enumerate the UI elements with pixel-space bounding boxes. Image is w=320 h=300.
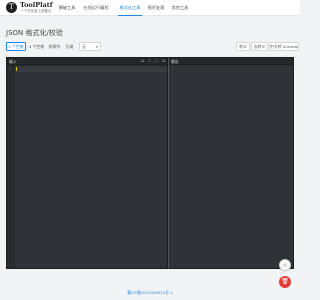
page-title: JSON 格式化/校验 — [6, 29, 63, 37]
text-cursor — [16, 67, 17, 71]
active-line — [15, 66, 167, 72]
chinese-to-unicode-button[interactable]: 中文转 Unicode — [269, 42, 299, 51]
download-icon[interactable]: ⇩ — [147, 59, 152, 64]
tab-indent-button[interactable]: 制表符 — [47, 42, 62, 51]
input-editor-title: 输入 — [9, 59, 17, 64]
nav-item-4[interactable]: 其他工具 — [170, 0, 190, 16]
indent-2-spaces-button[interactable]: 2 个空格 — [6, 42, 26, 51]
option-select[interactable]: 无 ▼ — [79, 42, 101, 51]
input-editor[interactable]: 输入 ⧉ ⇩ ▯ ⚙ 1 — [6, 57, 168, 269]
clear-button[interactable]: 🗑 — [279, 276, 291, 288]
main-nav: 爆破工具 在线运行编程 格式化工具 图片处理 其他工具 — [0, 0, 300, 16]
output-editor-title: 输出 — [171, 59, 179, 64]
settings-icon[interactable]: ⚙ — [161, 59, 166, 64]
delete-icon[interactable]: ▯ — [154, 59, 159, 64]
star-icon: ☆ — [282, 262, 288, 269]
line-number: 1 — [9, 67, 11, 71]
compress-button[interactable]: 压缩 — [63, 42, 76, 51]
input-editor-header: 输入 ⧉ ⇩ ▯ ⚙ — [7, 58, 167, 65]
escape-button[interactable]: 转义 — [236, 42, 250, 51]
indent-4-spaces-button[interactable]: 4 个空格 — [27, 42, 46, 51]
favorite-button[interactable]: ☆ — [279, 259, 291, 271]
icp-record-link[interactable]: 蜀ICP备2023005010号-1 — [0, 290, 300, 296]
line-gutter — [7, 65, 15, 268]
option-select-value: 无 — [82, 44, 86, 49]
nav-item-2[interactable]: 格式化工具 — [118, 0, 142, 16]
output-editor-header: 输出 — [169, 58, 293, 65]
nav-item-3[interactable]: 图片处理 — [146, 0, 166, 16]
nav-item-1[interactable]: 在线运行编程 — [80, 0, 112, 16]
copy-icon[interactable]: ⧉ — [140, 59, 145, 64]
chevron-down-icon: ▼ — [95, 45, 98, 49]
nav-item-0[interactable]: 爆破工具 — [56, 0, 78, 16]
output-editor[interactable]: 输出 1 — [168, 57, 294, 269]
unescape-button[interactable]: 去转义 — [251, 42, 268, 51]
output-line-number: 1 — [172, 67, 174, 71]
trash-icon: 🗑 — [281, 278, 289, 285]
top-navbar: T ToolPlatf 一个开发者工具集合 爆破工具 在线运行编程 格式化工具 … — [0, 0, 300, 16]
